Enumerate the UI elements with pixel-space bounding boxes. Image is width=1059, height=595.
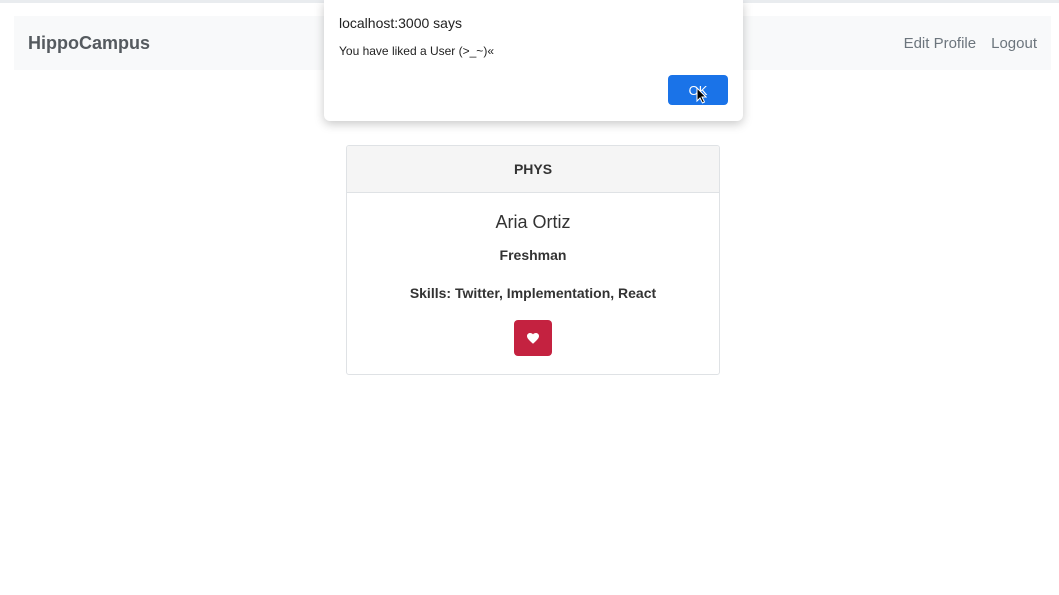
- like-button[interactable]: [514, 320, 552, 356]
- user-name: Aria Ortiz: [495, 212, 571, 232]
- logout-link[interactable]: Logout: [991, 35, 1037, 52]
- alert-title: localhost:3000 says: [339, 15, 462, 31]
- brand-link[interactable]: HippoCampus: [28, 33, 150, 54]
- nav-links: Edit Profile Logout: [904, 35, 1037, 52]
- alert-message: You have liked a User (>_~)«: [339, 44, 494, 58]
- heart-icon: [527, 332, 539, 344]
- mouse-cursor-icon: [696, 87, 707, 104]
- user-card: PHYS Aria Ortiz Freshman Skills: Twitter…: [346, 145, 720, 375]
- user-year: Freshman: [499, 247, 567, 263]
- alert-dialog: localhost:3000 says You have liked a Use…: [324, 0, 743, 121]
- edit-profile-link[interactable]: Edit Profile: [904, 35, 977, 52]
- card-body: Aria Ortiz Freshman Skills: Twitter, Imp…: [347, 193, 719, 356]
- user-skills: Skills: Twitter, Implementation, React: [409, 285, 657, 301]
- card-header-major: PHYS: [347, 146, 719, 193]
